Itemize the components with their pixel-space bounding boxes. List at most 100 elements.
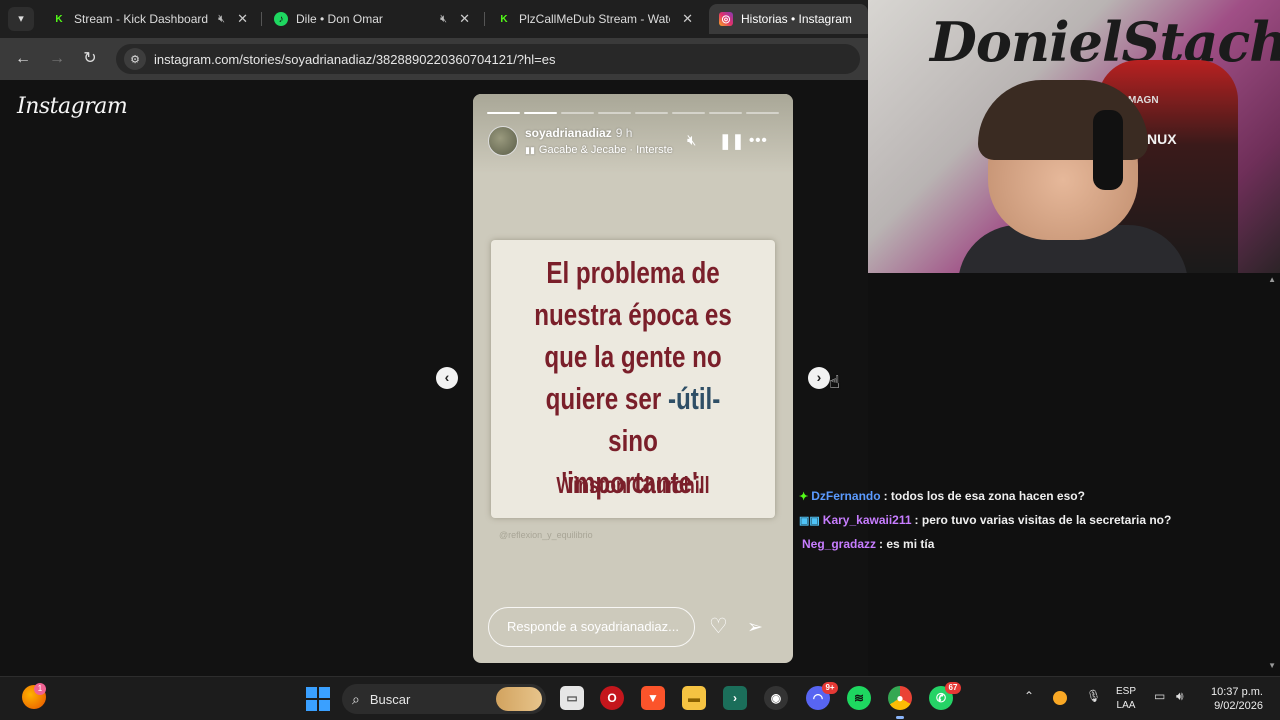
- tray-app-icon[interactable]: [1053, 691, 1067, 705]
- quote-line: quiere ser -útil- sino: [522, 378, 744, 462]
- tab-search-menu-button[interactable]: ▾: [8, 7, 34, 31]
- show-hidden-icons-chevron-icon[interactable]: ⌃: [1024, 689, 1034, 703]
- mouse-pointer-icon: ☝︎: [829, 372, 840, 392]
- chat-text: : pero tuvo varias visitas de la secreta…: [914, 513, 1172, 527]
- system-clock[interactable]: 10:37 p.m. 9/02/2026: [1203, 685, 1263, 713]
- tab-label: Historias • Instagram: [741, 12, 852, 26]
- instagram-icon: ◎: [719, 12, 733, 26]
- send-icon[interactable]: ➢: [747, 616, 763, 639]
- kick-icon: K: [55, 13, 63, 25]
- chrome-icon[interactable]: ●: [888, 686, 912, 710]
- story-progress-segment: [672, 112, 705, 114]
- browser-toolbar: ← → ↻ ⚙︎ instagram.com/stories/soyadrian…: [0, 38, 868, 80]
- avatar[interactable]: [488, 126, 518, 156]
- windows-taskbar: 1 ⌕ Buscar ▭ O ▼ ▬ › ◉ ◠ 9+ ≋ ● ✆ 67 ⌃ 🎙︎ …: [0, 676, 1280, 720]
- tab-separator: [261, 12, 262, 26]
- clock-time: 10:37 p.m.: [1211, 686, 1263, 698]
- obs-icon[interactable]: ◉: [764, 686, 788, 710]
- story-progress-segment: [746, 112, 779, 114]
- headset: [1093, 110, 1123, 190]
- address-bar[interactable]: ⚙︎ instagram.com/stories/soyadrianadiaz/…: [116, 44, 860, 74]
- more-options-icon[interactable]: •••: [749, 132, 768, 149]
- forward-arrow-icon[interactable]: →: [46, 49, 68, 69]
- tab-kick-dashboard[interactable]: K Stream - Kick Dashboard 🔇︎ ✕: [42, 4, 258, 34]
- story-progress-bar: [487, 112, 779, 114]
- story-music-label: Gacabe & Jecabe · Interste: [538, 144, 673, 156]
- tab-instagram[interactable]: ◎ Historias • Instagram: [709, 4, 868, 34]
- url-text[interactable]: instagram.com/stories/soyadrianadiaz/382…: [154, 52, 555, 67]
- discord-icon[interactable]: ◠ 9+: [806, 682, 838, 710]
- scroll-up-icon[interactable]: ▲: [1268, 275, 1276, 284]
- story-music-row[interactable]: ▮▮ Gacabe & Jecabe · Interste: [525, 144, 675, 156]
- story-reply-input[interactable]: Responde a soyadrianadiaz...: [488, 607, 695, 647]
- scroll-down-icon[interactable]: ▼: [1268, 661, 1276, 670]
- story-header-shade: [473, 94, 793, 174]
- webcam-overlay: DonielStach MAGN AGNUX: [868, 0, 1280, 273]
- tab-spotify[interactable]: ♪ Dile • Don Omar 🔇︎ ✕: [264, 4, 480, 34]
- chat-message: ▣▣ Kary_kawaii211: pero tuvo varias visit…: [799, 513, 1171, 527]
- instagram-stories-page: Instagram ‹ soyadrianadiaz 9 h ▮▮ Gacabe &…: [0, 80, 868, 676]
- story-timestamp: 9 h: [615, 126, 633, 140]
- next-story-chevron-icon[interactable]: ›: [808, 367, 830, 389]
- muted-speaker-icon[interactable]: 🔇︎: [440, 13, 447, 26]
- music-bars-icon: ▮▮: [525, 145, 535, 155]
- search-label: Buscar: [369, 691, 411, 707]
- tab-label: PlzCallMeDub Stream - Watch L: [519, 12, 670, 26]
- whatsapp-badge: 67: [945, 682, 961, 694]
- spotify-icon: ♪: [274, 12, 288, 26]
- keyboard-layout: LAA: [1116, 700, 1136, 711]
- spotify-icon[interactable]: ≋: [847, 686, 871, 710]
- story-progress-segment: [709, 112, 742, 114]
- tab-label: Stream - Kick Dashboard: [74, 12, 209, 26]
- subscriber-badge-icon: ✦: [799, 491, 809, 503]
- tab-kick-stream[interactable]: K PlzCallMeDub Stream - Watch L ✕: [487, 4, 703, 34]
- network-icon[interactable]: ▭: [1154, 689, 1165, 703]
- chat-message: ✦ DzFernando: todos los de esa zona hacen…: [799, 489, 1085, 503]
- search-icon: ⌕: [352, 690, 360, 707]
- clock-date: 9/02/2026: [1214, 700, 1263, 712]
- task-view-icon[interactable]: ▭: [560, 686, 584, 710]
- heart-icon[interactable]: ♡: [709, 614, 728, 639]
- quote-line: El problema de: [546, 255, 720, 290]
- opera-icon[interactable]: O: [600, 686, 624, 710]
- close-tab-icon[interactable]: ✕: [682, 11, 693, 27]
- chat-text: : todos los de esa zona hacen eso?: [883, 489, 1085, 503]
- instagram-logo[interactable]: Instagram: [17, 94, 128, 119]
- previous-story-chevron-icon[interactable]: ‹: [436, 367, 458, 389]
- whatsapp-icon[interactable]: ✆ 67: [929, 682, 961, 710]
- chat-text: : es mi tía: [879, 537, 935, 551]
- close-tab-icon[interactable]: ✕: [459, 11, 470, 27]
- file-explorer-icon[interactable]: ▬: [682, 686, 706, 710]
- reload-icon[interactable]: ↻: [79, 49, 101, 69]
- active-app-indicator: [896, 716, 904, 719]
- terminal-app-icon[interactable]: ›: [723, 686, 747, 710]
- story-watermark: @reflexion_y_equilibrio: [499, 530, 593, 540]
- story-progress-segment: [561, 112, 594, 114]
- story-username[interactable]: soyadrianadiaz: [525, 126, 612, 140]
- volume-icon[interactable]: 🔊︎: [1176, 689, 1184, 704]
- brave-icon[interactable]: ▼: [641, 686, 665, 710]
- muted-volume-icon[interactable]: 🔇︎: [687, 132, 696, 149]
- windows-start-icon[interactable]: [306, 687, 330, 711]
- muted-speaker-icon[interactable]: 🔇︎: [218, 13, 225, 26]
- chat-username[interactable]: Kary_kawaii211: [823, 513, 912, 527]
- microphone-icon[interactable]: 🎙︎: [1086, 689, 1101, 703]
- story-progress-segment: [487, 112, 520, 114]
- tab-separator: [484, 12, 485, 26]
- stream-chat: ▲ ▼: [868, 273, 1280, 676]
- tab-label: Dile • Don Omar: [296, 12, 383, 26]
- quote-card: El problema de nuestra época es que la g…: [491, 240, 775, 518]
- chat-username[interactable]: DzFernando: [811, 489, 880, 503]
- taskbar-search-box[interactable]: ⌕ Buscar: [342, 684, 546, 714]
- close-tab-icon[interactable]: ✕: [237, 11, 248, 27]
- back-arrow-icon[interactable]: ←: [12, 49, 34, 69]
- story-username-row: soyadrianadiaz 9 h: [525, 126, 632, 140]
- story-progress-segment: [598, 112, 631, 114]
- pause-icon[interactable]: ❚❚: [719, 132, 744, 150]
- chat-username[interactable]: Neg_gradazz: [802, 537, 876, 551]
- input-language[interactable]: ESP LAA: [1116, 685, 1136, 713]
- site-info-icon[interactable]: ⚙︎: [124, 48, 146, 70]
- chat-message: Neg_gradazz: es mi tía: [802, 537, 934, 551]
- quote-author: Winston Churchill: [556, 472, 710, 498]
- story-viewer[interactable]: soyadrianadiaz 9 h ▮▮ Gacabe & Jecabe · In…: [473, 94, 793, 663]
